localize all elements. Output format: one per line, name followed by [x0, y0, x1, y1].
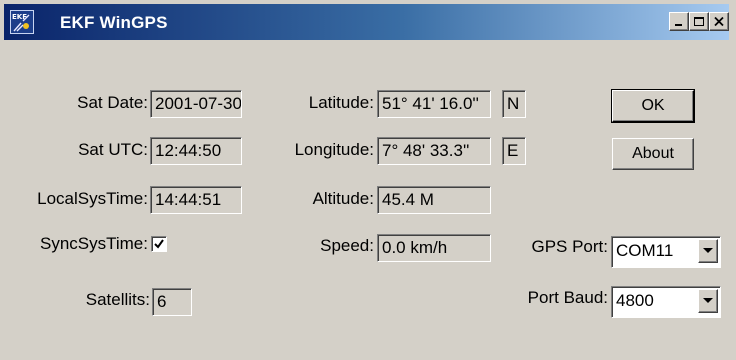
close-icon[interactable]: [709, 12, 729, 31]
window-title: EKF WinGPS: [60, 13, 168, 32]
port-baud-select[interactable]: 4800: [611, 286, 721, 318]
altitude-label: Altitude:: [312, 189, 374, 208]
checkmark-icon: [154, 239, 164, 249]
satellits-field: 6: [152, 288, 192, 316]
sat-utc-field: 12:44:50: [150, 137, 242, 165]
latitude-hemisphere-field: N: [502, 90, 526, 118]
maximize-icon[interactable]: [689, 12, 709, 31]
speed-label: Speed:: [320, 236, 374, 255]
latitude-field: 51° 41' 16.0'': [377, 90, 491, 118]
sat-date-field: 2001-07-30: [150, 90, 242, 118]
title-bar[interactable]: EKF EKF WinGPS: [4, 4, 729, 40]
speed-field: 0.0 km/h: [377, 234, 491, 262]
latitude-label: Latitude:: [308, 93, 374, 112]
gps-port-select[interactable]: COM11: [611, 236, 721, 268]
chevron-down-icon[interactable]: [698, 289, 718, 313]
gps-port-label: GPS Port:: [531, 237, 608, 256]
minimize-icon[interactable]: [669, 12, 689, 31]
about-button[interactable]: About: [612, 138, 694, 170]
longitude-field: 7° 48' 33.3'': [377, 137, 491, 165]
port-baud-value: 4800: [616, 291, 654, 310]
altitude-field: 45.4 M: [377, 186, 491, 214]
port-baud-label: Port Baud:: [527, 288, 608, 307]
sync-sys-time-label: SyncSysTime:: [39, 234, 148, 253]
main-window: EKF EKF WinGPS Sat Date: 2001-07-30 Sat …: [0, 0, 736, 360]
satellits-label: Satellits:: [85, 290, 150, 309]
local-sys-time-label: LocalSysTime:: [37, 189, 148, 208]
chevron-down-icon[interactable]: [698, 239, 718, 263]
ekf-satellite-icon[interactable]: EKF: [10, 10, 34, 34]
local-sys-time-field: 14:44:51: [150, 186, 242, 214]
gps-port-value: COM11: [616, 241, 674, 260]
longitude-label: Longitude:: [294, 140, 374, 159]
ok-button[interactable]: OK: [611, 89, 695, 123]
longitude-hemisphere-field: E: [502, 137, 526, 165]
sync-sys-time-checkbox[interactable]: [151, 236, 167, 252]
sat-utc-label: Sat UTC:: [78, 140, 148, 159]
sat-date-label: Sat Date:: [77, 93, 148, 112]
